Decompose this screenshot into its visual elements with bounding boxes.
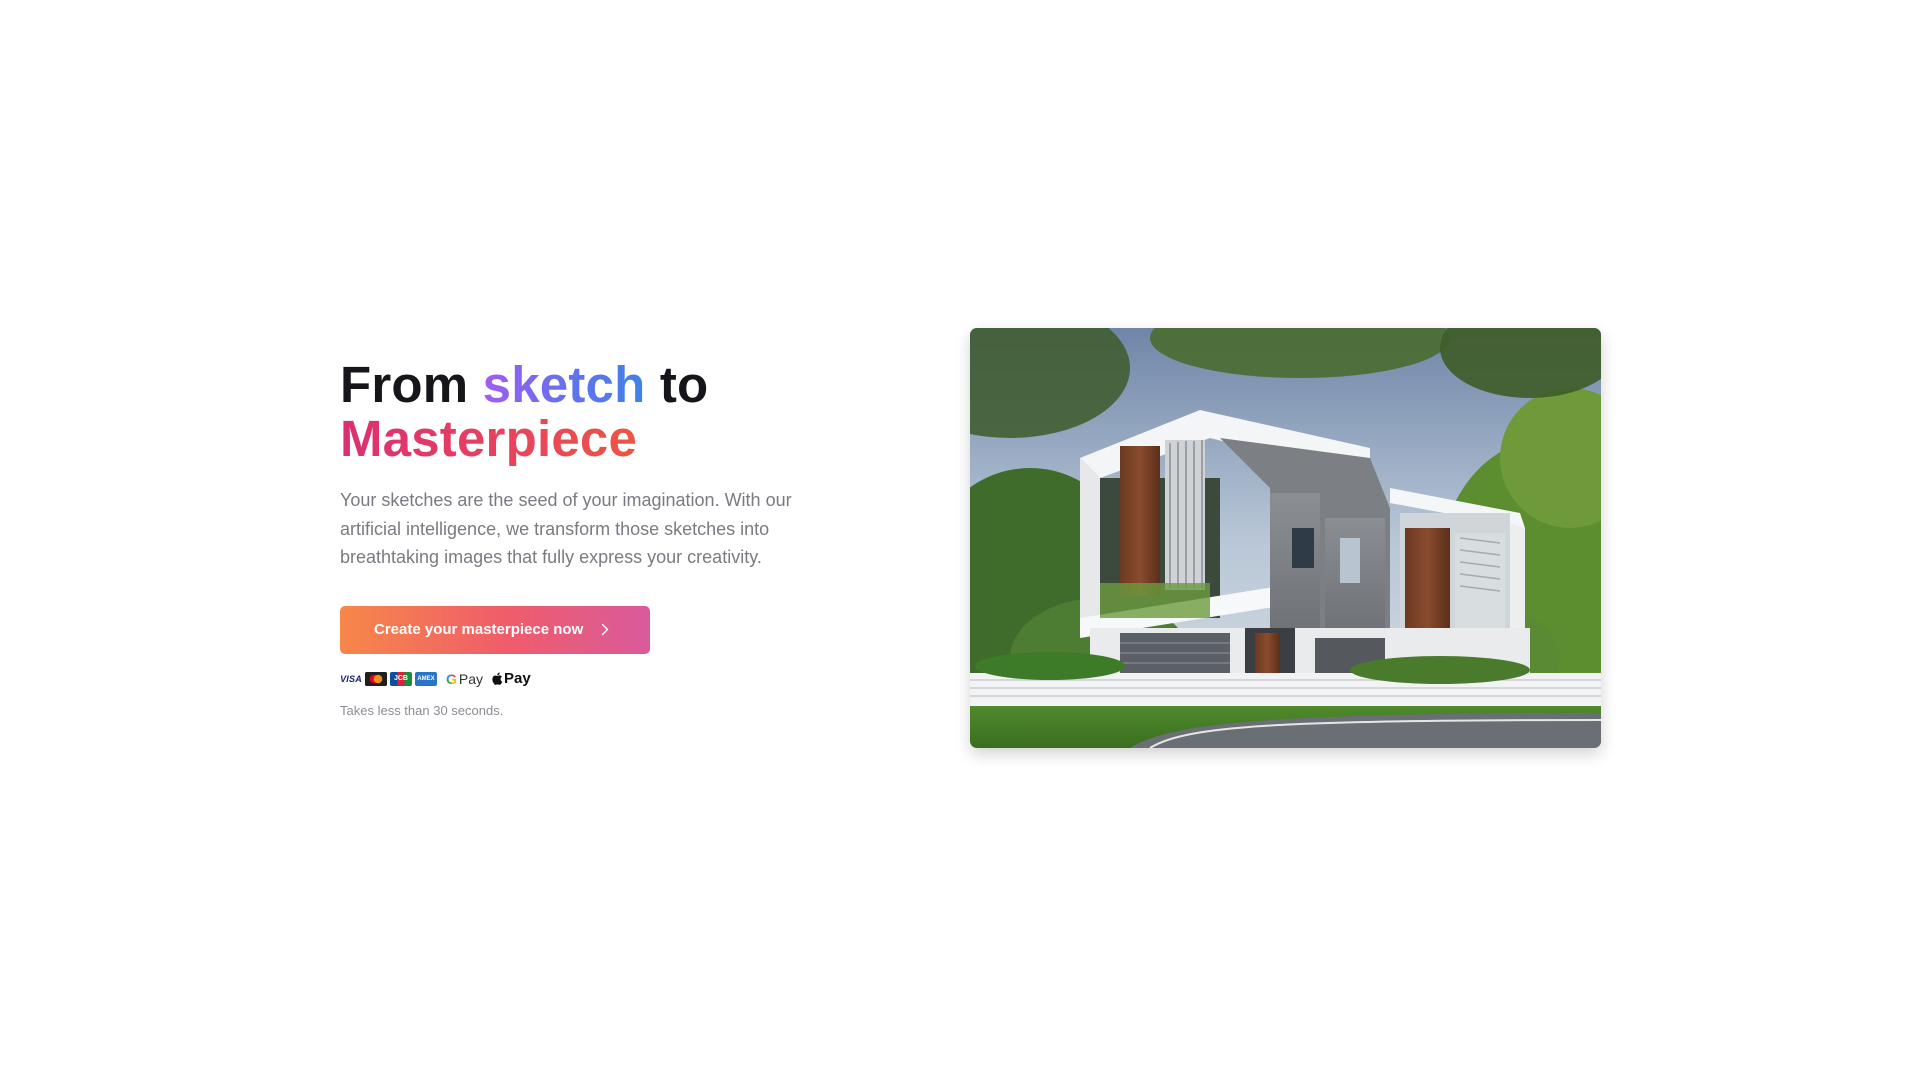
google-g-icon: G xyxy=(446,670,457,687)
apple-pay-label: Pay xyxy=(504,670,531,687)
headline-sketch-highlight: sketch xyxy=(482,356,646,413)
headline-line-1: From sketch to xyxy=(340,358,860,412)
hero-image xyxy=(970,328,1601,748)
cta-label: Create your masterpiece now xyxy=(374,621,584,638)
time-note: Takes less than 30 seconds. xyxy=(340,702,504,718)
visa-icon: VISA xyxy=(340,673,362,684)
apple-pay-icon: Pay xyxy=(492,670,531,687)
hero-headline: From sketch to Masterpiece xyxy=(340,358,860,466)
jcb-icon: JCB xyxy=(390,671,412,686)
hero-description: Your sketches are the seed of your imagi… xyxy=(340,490,792,567)
create-masterpiece-button[interactable]: Create your masterpiece now xyxy=(340,605,650,654)
google-pay-icon: G Pay xyxy=(446,671,483,687)
headline-masterpiece-highlight: Masterpiece xyxy=(340,412,860,466)
payment-methods: VISA JCB AMEX G Pay Pay xyxy=(340,669,860,689)
hero-text-section: From sketch to Masterpiece Your sketches… xyxy=(340,358,860,718)
landing-page: From sketch to Masterpiece Your sketches… xyxy=(0,0,1920,1080)
mastercard-icon xyxy=(365,671,387,686)
house-render-image xyxy=(970,328,1601,748)
google-pay-label: Pay xyxy=(458,670,484,687)
amex-icon: AMEX xyxy=(415,671,437,686)
headline-from: From xyxy=(340,356,483,413)
chevron-right-icon xyxy=(601,623,609,636)
apple-logo-icon xyxy=(492,672,503,685)
headline-to: to xyxy=(645,356,709,413)
